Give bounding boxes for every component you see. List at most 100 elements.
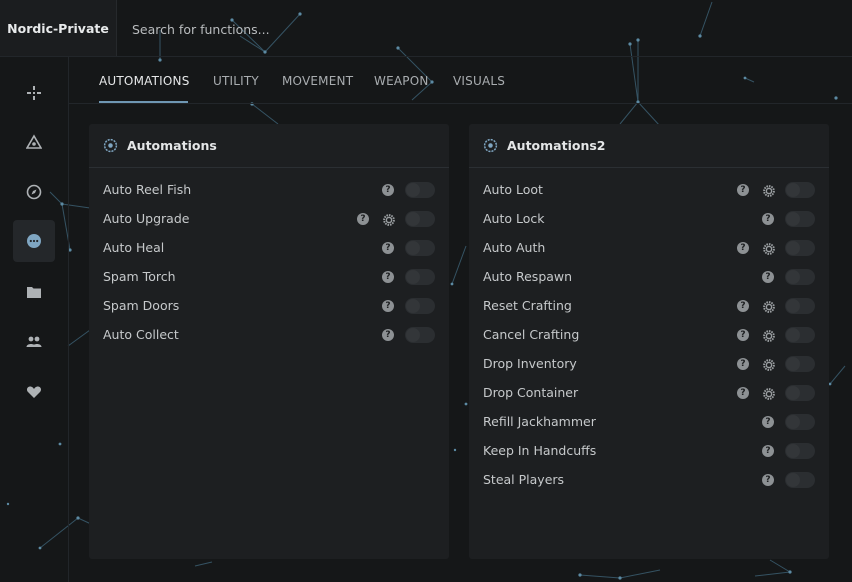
feature-toggle[interactable] (785, 269, 815, 285)
crosshair-icon (27, 86, 41, 100)
brand-name: Nordic-Private (0, 0, 117, 56)
tab-movement[interactable]: MOVEMENT (282, 74, 353, 88)
feature-toggle[interactable] (785, 240, 815, 256)
sidebar-item-folder[interactable] (13, 271, 55, 313)
feature-row: Reset Crafting? (469, 291, 829, 320)
feature-label: Keep In Handcuffs (483, 443, 597, 458)
feature-toggle[interactable] (405, 211, 435, 227)
settings-gear-icon[interactable] (762, 183, 776, 197)
feature-toggle[interactable] (785, 443, 815, 459)
toggle-knob (786, 444, 800, 458)
help-icon[interactable]: ? (382, 271, 394, 283)
sidebar (0, 57, 69, 582)
settings-gear-icon[interactable] (762, 357, 776, 371)
help-icon[interactable]: ? (737, 358, 749, 370)
help-icon[interactable]: ? (762, 416, 774, 428)
feature-row: Auto Collect? (89, 320, 449, 349)
help-icon[interactable]: ? (737, 387, 749, 399)
tab-automations[interactable]: AUTOMATIONS (99, 74, 190, 88)
feature-toggle[interactable] (785, 211, 815, 227)
help-icon[interactable]: ? (382, 300, 394, 312)
feature-toggle[interactable] (405, 298, 435, 314)
dots-icon (27, 234, 41, 248)
tab-bar: AUTOMATIONS UTILITY MOVEMENT WEAPON VISU… (69, 57, 852, 104)
help-icon[interactable]: ? (382, 184, 394, 196)
feature-toggle[interactable] (405, 240, 435, 256)
feature-toggle[interactable] (405, 327, 435, 343)
help-icon[interactable]: ? (737, 300, 749, 312)
feature-label: Cancel Crafting (483, 327, 580, 342)
sidebar-item-compass[interactable] (13, 171, 55, 213)
help-icon[interactable]: ? (762, 271, 774, 283)
sidebar-item-misc[interactable] (13, 220, 55, 262)
settings-gear-icon[interactable] (762, 299, 776, 313)
toggle-knob (786, 299, 800, 313)
feature-toggle[interactable] (785, 182, 815, 198)
feature-row: Auto Lock? (469, 204, 829, 233)
sidebar-item-favorites[interactable] (13, 371, 55, 413)
tab-weapon[interactable]: WEAPON (374, 74, 429, 88)
feature-row: Auto Loot? (469, 175, 829, 204)
compass-icon (26, 184, 42, 200)
settings-gear-icon[interactable] (382, 212, 396, 226)
feature-label: Spam Doors (103, 298, 180, 313)
feature-toggle[interactable] (785, 385, 815, 401)
help-icon[interactable]: ? (382, 242, 394, 254)
toggle-knob (786, 386, 800, 400)
feature-label: Drop Inventory (483, 356, 577, 371)
help-icon[interactable]: ? (737, 329, 749, 341)
feature-label: Refill Jackhammer (483, 414, 596, 429)
help-icon[interactable]: ? (762, 445, 774, 457)
help-icon[interactable]: ? (737, 184, 749, 196)
panel-title: Automations2 (507, 138, 606, 153)
help-icon[interactable]: ? (357, 213, 369, 225)
toggle-knob (786, 415, 800, 429)
settings-gear-icon[interactable] (762, 386, 776, 400)
panel-header: Automations2 (469, 124, 829, 168)
toggle-knob (406, 328, 420, 342)
toggle-knob (786, 183, 800, 197)
feature-toggle[interactable] (785, 298, 815, 314)
toggle-knob (786, 212, 800, 226)
help-icon[interactable]: ? (762, 213, 774, 225)
feature-label: Reset Crafting (483, 298, 572, 313)
feature-toggle[interactable] (785, 414, 815, 430)
feature-label: Auto Auth (483, 240, 546, 255)
active-tab-indicator (99, 101, 188, 103)
feature-label: Auto Upgrade (103, 211, 190, 226)
feature-toggle[interactable] (785, 327, 815, 343)
feature-label: Auto Reel Fish (103, 182, 192, 197)
feature-toggle[interactable] (785, 356, 815, 372)
toggle-knob (786, 473, 800, 487)
heart-icon (26, 386, 42, 398)
feature-toggle[interactable] (405, 182, 435, 198)
sidebar-item-crosshair[interactable] (13, 72, 55, 114)
help-icon[interactable]: ? (762, 474, 774, 486)
sidebar-item-players[interactable] (13, 321, 55, 363)
panel-title: Automations (127, 138, 217, 153)
help-icon[interactable]: ? (737, 242, 749, 254)
panel-header: Automations (89, 124, 449, 168)
feature-row: Refill Jackhammer? (469, 407, 829, 436)
feature-row: Auto Upgrade? (89, 204, 449, 233)
tab-utility[interactable]: UTILITY (213, 74, 259, 88)
feature-label: Drop Container (483, 385, 579, 400)
feature-toggle[interactable] (405, 269, 435, 285)
help-icon[interactable]: ? (382, 329, 394, 341)
tab-visuals[interactable]: VISUALS (453, 74, 505, 88)
toggle-knob (406, 183, 420, 197)
feature-row: Auto Respawn? (469, 262, 829, 291)
feature-label: Auto Heal (103, 240, 165, 255)
feature-label: Spam Torch (103, 269, 176, 284)
toggle-knob (786, 357, 800, 371)
toggle-knob (786, 241, 800, 255)
feature-row: Steal Players? (469, 465, 829, 494)
search-input[interactable] (132, 20, 432, 38)
sidebar-item-visuals[interactable] (13, 121, 55, 163)
feature-toggle[interactable] (785, 472, 815, 488)
settings-gear-icon[interactable] (762, 241, 776, 255)
feature-label: Steal Players (483, 472, 565, 487)
feature-row: Auto Heal? (89, 233, 449, 262)
settings-gear-icon[interactable] (762, 328, 776, 342)
folder-icon (27, 287, 41, 298)
